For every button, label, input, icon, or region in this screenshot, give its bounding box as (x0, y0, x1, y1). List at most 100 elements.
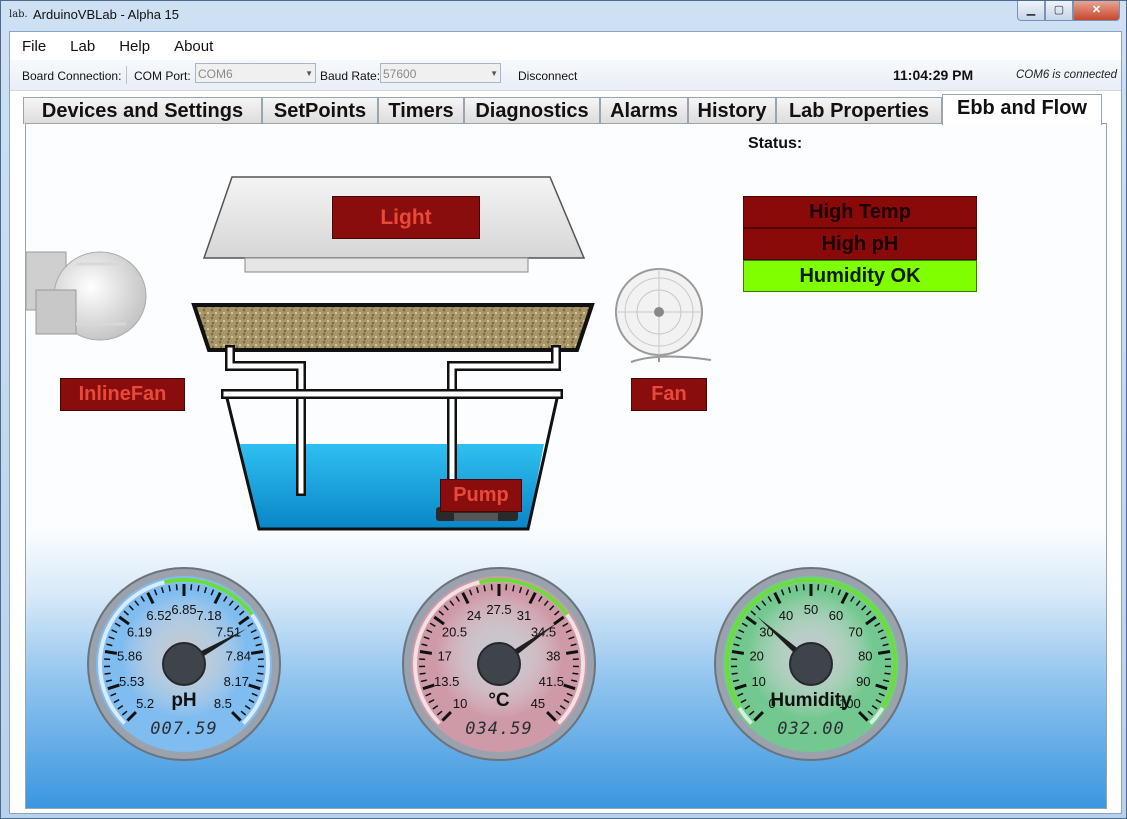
temperature-gauge: 1013.51720.52427.53134.53841.545°C034.59 (402, 567, 596, 761)
clock-display: 11:04:29 PM (893, 67, 974, 83)
menu-lab[interactable]: Lab (58, 38, 107, 55)
title-bar[interactable]: lab. ArduinoVBLab - Alpha 15 ▁ ▢ ✕ (1, 1, 1126, 29)
gauge-tick-label: 24 (467, 608, 481, 623)
gauge-tick-label: 80 (858, 648, 872, 663)
gauge-major-tick (731, 650, 745, 655)
gauge-major-tick (250, 650, 264, 655)
close-icon: ✕ (1091, 4, 1102, 16)
humidity-gauge: 010203040 50 60708090100Humidity032.00 (714, 567, 908, 761)
baud-rate-label: Baud Rate: (320, 69, 381, 83)
gauge-unit-label: pH (171, 690, 196, 711)
disconnect-button[interactable]: Disconnect (518, 69, 577, 83)
gauge-minor-tick (419, 672, 426, 675)
app-icon: lab. (9, 9, 28, 20)
menu-file[interactable]: File (10, 38, 58, 55)
tab-timers[interactable]: Timers (378, 97, 464, 124)
tab-setpoints[interactable]: SetPoints (262, 97, 378, 124)
com-port-select[interactable]: COM6 ▼ (195, 63, 316, 83)
menu-about[interactable]: About (162, 38, 225, 55)
inline-fan-image (26, 251, 147, 341)
menu-help[interactable]: Help (107, 38, 162, 55)
gauge-tick-label: 5.53 (119, 674, 144, 689)
desk-fan-image (615, 268, 712, 363)
gauge-tick-label: 8.17 (224, 674, 249, 689)
toolbar-separator (126, 66, 127, 84)
gauge-tick-label: 50 (804, 602, 818, 617)
gauge-minor-tick (817, 584, 820, 591)
gauge-tick-label: 7.51 (216, 625, 241, 640)
gauge-tick-label: 30 (759, 625, 773, 640)
gauge-digital-readout: 007.59 (150, 719, 217, 739)
gauge-major-tick (104, 650, 118, 655)
gauge-unit-label: °C (488, 690, 510, 711)
gauge-minor-tick (731, 672, 738, 675)
gauge-hub (477, 642, 521, 686)
gauge-tick-label: 17 (437, 648, 451, 663)
minimize-icon: ▁ (1026, 4, 1036, 16)
connection-status: COM6 is connected (1016, 69, 1117, 81)
status-high-temp: High Temp (743, 196, 977, 228)
close-button[interactable]: ✕ (1073, 1, 1120, 21)
gauge-minor-tick (257, 672, 264, 675)
com-port-label: COM Port: (134, 69, 191, 83)
gauge-hub (162, 642, 206, 686)
gauge-minor-tick (104, 672, 111, 675)
gauge-tick-label: 13.5 (434, 674, 459, 689)
gauge-major-tick (419, 650, 433, 655)
tab-devices-and-settings[interactable]: Devices and Settings (23, 97, 262, 124)
gauge-tick-label: 41.5 (539, 674, 564, 689)
gauge-major-tick (565, 650, 579, 655)
gauge-digital-readout: 032.00 (777, 719, 844, 739)
flood-tray (191, 303, 595, 352)
gauge-tick-label: 7.84 (226, 648, 251, 663)
connection-toolbar: Board Connection: COM Port: COM6 ▼ Baud … (10, 60, 1121, 91)
gauge-tick-label: 20.5 (442, 625, 467, 640)
light-toggle-button[interactable]: Light (332, 196, 480, 239)
gauge-minor-tick (490, 584, 493, 591)
tab-ebb-and-flow[interactable]: Ebb and Flow (942, 94, 1102, 125)
maximize-icon: ▢ (1053, 4, 1065, 16)
ph-gauge: 5.2 5.53 5.86 6.19 6.52 6.85 7.18 7.51 7.84 8.17 8… (87, 567, 281, 761)
gauge-tick-label: 90 (856, 674, 870, 689)
fan-toggle-button[interactable]: Fan (631, 378, 707, 411)
tab-diagnostics[interactable]: Diagnostics (464, 97, 600, 124)
status-high-ph: High pH (743, 228, 977, 260)
menu-bar: File Lab Help About (10, 32, 1121, 60)
maximize-button[interactable]: ▢ (1045, 1, 1073, 21)
gauge-tick-label: 6.85 (171, 602, 196, 617)
ebb-and-flow-panel: Light InlineFan Fan Pump Status: High Te… (25, 123, 1107, 809)
inline-fan-toggle-button[interactable]: InlineFan (60, 378, 185, 411)
gauge-hub (789, 642, 833, 686)
window-title: ArduinoVBLab - Alpha 15 (33, 7, 179, 22)
board-connection-label: Board Connection: (22, 69, 122, 83)
baud-rate-select[interactable]: 57600 ▼ (380, 63, 501, 83)
gauge-tick-label: 45 (531, 696, 545, 711)
pump-toggle-button[interactable]: Pump (440, 479, 522, 512)
com-port-value: COM6 (198, 67, 233, 81)
minimize-button[interactable]: ▁ (1017, 1, 1045, 21)
gauge-unit-label: Humidity (770, 690, 852, 711)
tab-alarms[interactable]: Alarms (600, 97, 688, 124)
gauge-digital-readout: 034.59 (465, 719, 532, 739)
gauge-tick-label: 10 (751, 674, 765, 689)
gauge-minor-tick (802, 584, 805, 591)
gauge-tick-label: 31 (517, 608, 531, 623)
gauge-tick-label: 8.5 (214, 696, 232, 711)
gauge-tick-label: 5.2 (136, 696, 154, 711)
gauge-tick-label: 27.5 (486, 602, 511, 617)
gauge-minor-tick (175, 584, 178, 591)
chevron-down-icon: ▼ (490, 69, 498, 78)
status-title: Status: (748, 135, 803, 152)
gauge-tick-label: 40 (779, 608, 793, 623)
baud-rate-value: 57600 (383, 67, 417, 81)
gauge-tick-label: 6.52 (146, 608, 171, 623)
gauge-tick-label: 70 (848, 625, 862, 640)
gauge-minor-tick (884, 672, 891, 675)
gauge-major-tick (877, 650, 891, 655)
tab-lab-properties[interactable]: Lab Properties (776, 97, 942, 124)
gauge-minor-tick (572, 672, 579, 675)
tab-history[interactable]: History (688, 97, 776, 124)
gauge-tick-label: 10 (453, 696, 467, 711)
client-area: File Lab Help About Board Connection: CO… (9, 31, 1122, 814)
gauge-tick-label: 20 (749, 648, 763, 663)
